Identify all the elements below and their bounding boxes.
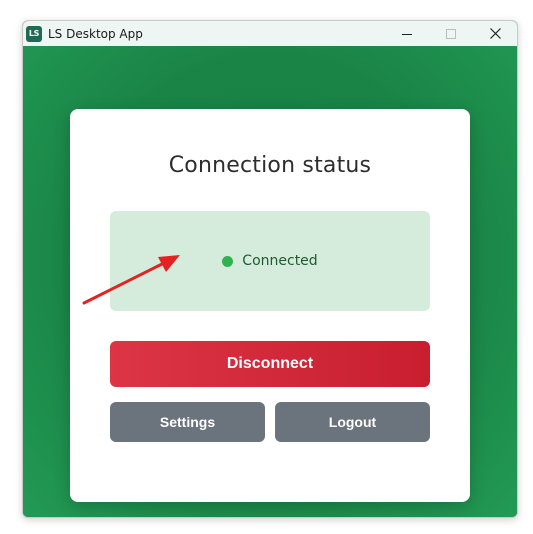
maximize-icon bbox=[446, 28, 456, 39]
settings-button[interactable]: Settings bbox=[110, 402, 265, 442]
ls-app-icon: LS bbox=[26, 25, 42, 42]
status-text: Connected bbox=[242, 253, 318, 269]
app-content: Connection status Connected Disconnect S… bbox=[23, 46, 517, 517]
logout-button[interactable]: Logout bbox=[275, 402, 430, 442]
window-controls bbox=[385, 21, 517, 46]
disconnect-button[interactable]: Disconnect bbox=[110, 341, 430, 387]
window-title: LS Desktop App bbox=[48, 26, 143, 41]
close-button[interactable] bbox=[473, 21, 517, 46]
status-panel: Connected bbox=[110, 211, 430, 311]
connection-card: Connection status Connected Disconnect S… bbox=[70, 109, 470, 502]
maximize-button[interactable] bbox=[429, 21, 473, 46]
minimize-icon bbox=[402, 33, 412, 35]
card-title: Connection status bbox=[168, 153, 372, 178]
status-indicator-dot bbox=[222, 255, 234, 267]
title-bar[interactable]: LS LS Desktop App bbox=[23, 21, 517, 46]
close-icon bbox=[489, 28, 501, 39]
minimize-button[interactable] bbox=[385, 21, 429, 46]
app-window: LS LS Desktop App Connection status Conn… bbox=[22, 20, 518, 518]
